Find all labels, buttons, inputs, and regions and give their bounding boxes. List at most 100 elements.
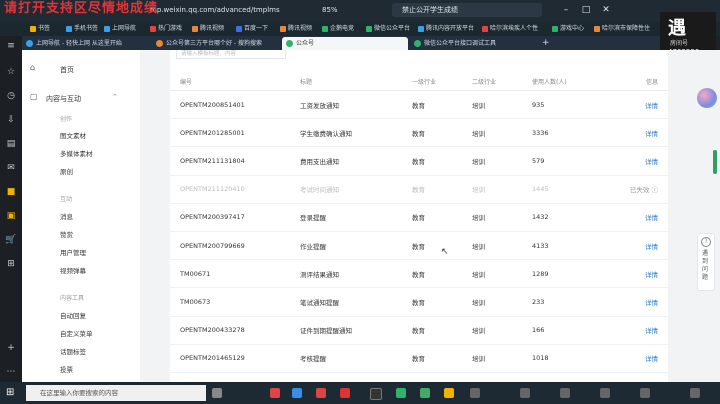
bookmark-item[interactable]: 手机书签 [66, 23, 98, 35]
tray-icon[interactable] [560, 388, 570, 398]
bookmark-item[interactable]: 哈尔滨市保障性住 [594, 23, 650, 35]
more-icon[interactable]: ⋯ [5, 366, 17, 378]
star-icon[interactable]: ☆ [5, 66, 17, 78]
bookmark-item[interactable]: 腾讯视频 [192, 23, 224, 35]
browser-side-rail: ≡ ☆ ◷ ⇩ ▤ ✉ ■ ▣ 🛒 ⊞ + ⋯ [0, 36, 22, 382]
bookmark-item[interactable]: 书签 [30, 23, 50, 35]
column-header-info: 信息 [596, 72, 668, 91]
download-icon[interactable]: ⇩ [5, 114, 17, 126]
detail-link[interactable]: 详情 [645, 102, 658, 110]
media-icon[interactable] [370, 388, 382, 400]
app-icon[interactable] [270, 388, 280, 398]
detail-link[interactable]: 详情 [645, 271, 658, 279]
detail-link[interactable]: 详情 [645, 243, 658, 251]
tray-icon[interactable] [520, 388, 530, 398]
history-icon[interactable]: ◷ [5, 90, 17, 102]
notification-icon[interactable] [690, 388, 700, 398]
tab-navigation[interactable]: 上网导航 - 轻快上网 从这里开始 [22, 37, 150, 50]
bookmark-label: 腾讯内容开放平台 [426, 25, 475, 32]
sidebar-item-vote[interactable]: 投票 [60, 364, 73, 374]
bookmark-icon [30, 25, 36, 32]
sidebar-section-content[interactable]: 内容与互动 [46, 94, 81, 104]
industry-secondary: 培训 [472, 287, 532, 317]
template-title: 笔试通知提醒 [300, 287, 412, 317]
tray-icon[interactable] [600, 388, 610, 398]
mail-icon[interactable]: ✉ [5, 162, 17, 174]
bookmark-item[interactable]: 腾讯视频 [280, 23, 312, 35]
sidebar-item-original[interactable]: 原创 [60, 166, 73, 176]
tab-official-account[interactable]: 公众号 [282, 37, 408, 50]
close-icon[interactable]: ✕ [600, 4, 612, 16]
usage-count: 166 [532, 316, 597, 345]
browser-icon[interactable] [292, 388, 302, 398]
taskbar-search-input[interactable]: 在这里输入你要搜索的内容 [26, 385, 206, 401]
bookmark-item[interactable]: 腾讯内容开放平台 [418, 23, 474, 35]
add-icon[interactable]: + [5, 342, 17, 354]
sidebar-item-users[interactable]: 用户管理 [60, 247, 86, 257]
bookmark-icon [280, 25, 286, 32]
industry-secondary: 培训 [472, 90, 532, 120]
detail-link[interactable]: 详情 [645, 299, 658, 307]
tab-debug-tool[interactable]: 微信公众平台接口调试工具 [410, 37, 536, 50]
detail-link[interactable]: 详情 [645, 327, 658, 335]
wechat-icon[interactable] [396, 388, 406, 398]
sidebar-item-danmaku[interactable]: 视频弹幕 [60, 265, 86, 275]
bookmark-label: 书签 [38, 25, 51, 32]
bookmark-label: 企鹅电竞 [330, 25, 355, 32]
sidebar-item-home[interactable]: 首页 [60, 65, 74, 75]
help-widget[interactable]: ? 遇到问题 [697, 233, 715, 291]
windows-start-icon[interactable]: ⊞ [6, 387, 14, 398]
app-icon[interactable]: ■ [5, 186, 17, 198]
sidebar-item-messages[interactable]: 消息 [60, 211, 73, 221]
sidebar-item-custom-menu[interactable]: 自定义菜单 [60, 328, 93, 338]
tool-icon[interactable]: ▣ [5, 210, 17, 222]
bookmark-item[interactable]: 企鹅电竞 [322, 23, 354, 35]
industry-primary: 教育 [412, 90, 472, 120]
template-title: 作业提醒 [300, 231, 412, 261]
zoom-level[interactable]: 85% [322, 4, 338, 16]
bookmark-item[interactable]: 微信公众平台 [366, 23, 410, 35]
scrollbar-thumb[interactable] [713, 150, 717, 174]
column-header-users: 使用人数(人) [532, 72, 597, 91]
address-bar[interactable]: mp.weixin.qq.com/advanced/tmplms [150, 4, 300, 16]
sidebar-item-auto-reply[interactable]: 自动回复 [60, 310, 86, 320]
bookmark-label: 腾讯视频 [200, 25, 225, 32]
task-view-icon[interactable] [212, 388, 222, 398]
doc-icon[interactable]: ▤ [5, 138, 17, 150]
bookmark-item[interactable]: 哈尔滨埃疾人个性 [482, 23, 538, 35]
minimize-icon[interactable]: – [560, 4, 572, 16]
grid-icon[interactable]: ⊞ [5, 258, 17, 270]
app-icon[interactable] [340, 388, 350, 398]
browser-search-box[interactable]: 禁止公开学生成绩 [392, 3, 542, 17]
detail-link[interactable]: 详情 [645, 355, 658, 363]
cart-icon[interactable]: 🛒 [5, 234, 17, 246]
bookmark-item[interactable]: 上网导航 [104, 23, 136, 35]
tray-icon[interactable] [470, 388, 480, 398]
bookmark-icon [482, 25, 488, 32]
detail-link[interactable]: 详情 [645, 130, 658, 138]
bookmark-item[interactable]: 游戏中心 [552, 23, 584, 35]
wps-icon[interactable] [316, 388, 326, 398]
sidebar-item-media[interactable]: 多媒体素材 [60, 148, 93, 158]
app-icon[interactable] [420, 388, 430, 398]
template-search-input[interactable]: 请输入模板标题、内容 [176, 50, 286, 59]
detail-link[interactable]: 详情 [645, 214, 658, 222]
sidebar-item-reward[interactable]: 赞赏 [60, 229, 73, 239]
assistant-avatar[interactable] [697, 88, 717, 108]
collapse-icon[interactable]: ≡ [5, 40, 17, 52]
table-row: OPENTM211131804 费用支出通知 教育 培训 579 详情 [170, 146, 668, 176]
chevron-up-icon[interactable]: ⌃ [112, 93, 118, 101]
folder-icon[interactable] [444, 388, 454, 398]
maximize-icon[interactable]: □ [580, 4, 592, 16]
new-tab-button[interactable]: + [538, 37, 558, 50]
sogou-icon [156, 40, 163, 47]
sidebar-item-topic-tags[interactable]: 话题标签 [60, 346, 86, 356]
bookmark-item[interactable]: 热门游戏 [150, 23, 182, 35]
tray-icon[interactable] [640, 388, 650, 398]
tab-sogou-search[interactable]: 公众号第三方平台哪个好 - 搜狗搜索 [152, 37, 280, 50]
detail-link[interactable]: 详情 [645, 158, 658, 166]
template-title: 学生缴费确认通知 [300, 118, 412, 148]
bookmark-item[interactable]: 百度一下 [236, 23, 268, 35]
sidebar-item-articles[interactable]: 图文素材 [60, 130, 86, 140]
bookmark-icon [104, 25, 110, 32]
